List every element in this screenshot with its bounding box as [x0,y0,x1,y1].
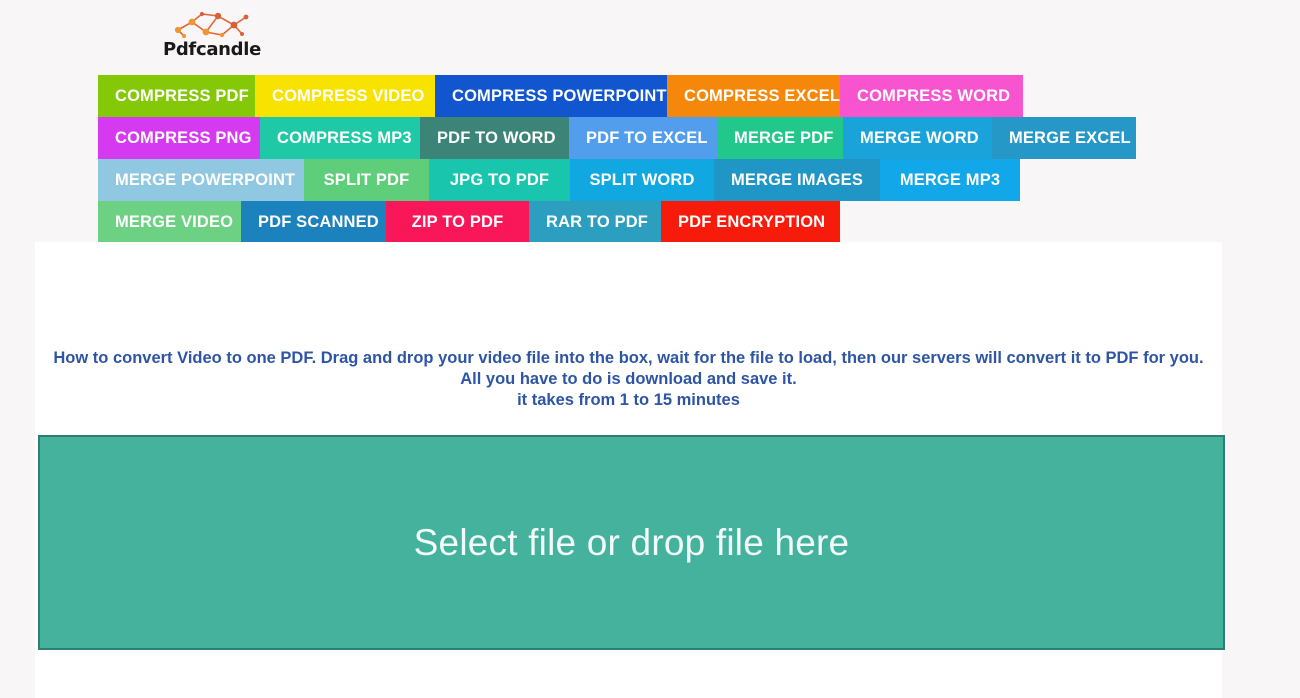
nav-button-split-word[interactable]: SPLIT WORD [570,159,714,201]
nav-button-merge-pdf[interactable]: MERGE PDF [717,117,843,159]
nav-row-2: COMPRESS PNG COMPRESS MP3 PDF TO WORD PDF T… [98,117,1198,159]
category-nav: COMPRESS PDF COMPRESS VIDEO COMPRESS POWER… [98,75,1198,243]
nav-button-pdf-scanned[interactable]: PDF SCANNED [241,201,386,243]
nav-button-pdf-to-excel[interactable]: PDF TO EXCEL [569,117,717,159]
content-panel: How to convert Video to one PDF. Drag an… [35,242,1225,698]
nav-button-jpg-to-pdf[interactable]: JPG TO PDF [429,159,570,201]
nav-button-zip-to-pdf[interactable]: ZIP TO PDF [386,201,529,243]
site-logo[interactable]: Pdfcandle [160,8,264,60]
nav-button-pdf-encryption[interactable]: PDF ENCRYPTION [661,201,840,243]
nav-button-merge-word[interactable]: MERGE WORD [843,117,992,159]
nav-row-4: MERGE VIDEO PDF SCANNED ZIP TO PDF RAR TO P… [98,201,1198,243]
nav-button-merge-excel[interactable]: MERGE EXCEL [992,117,1136,159]
constellation-network-icon [174,11,249,39]
nav-button-compress-pdf[interactable]: COMPRESS PDF [98,75,255,117]
dropzone-label: Select file or drop file here [413,521,850,563]
nav-button-compress-video[interactable]: COMPRESS VIDEO [255,75,435,117]
nav-button-merge-powerpoint[interactable]: MERGE POWERPOINT [98,159,304,201]
intro-line-2: it takes from 1 to 15 minutes [517,391,740,409]
nav-button-pdf-to-word[interactable]: PDF TO WORD [420,117,569,159]
file-dropzone[interactable]: Select file or drop file here [38,435,1225,650]
nav-button-compress-png[interactable]: COMPRESS PNG [98,117,260,159]
brand-name: Pdfcandle [162,39,262,60]
nav-button-split-pdf[interactable]: SPLIT PDF [304,159,429,201]
nav-button-merge-video[interactable]: MERGE VIDEO [98,201,241,243]
nav-button-rar-to-pdf[interactable]: RAR TO PDF [529,201,661,243]
nav-row-1: COMPRESS PDF COMPRESS VIDEO COMPRESS POWER… [98,75,1198,117]
nav-button-compress-powerpoint[interactable]: COMPRESS POWERPOINT [435,75,667,117]
nav-button-compress-mp3[interactable]: COMPRESS MP3 [260,117,420,159]
nav-button-compress-word[interactable]: COMPRESS WORD [840,75,1023,117]
intro-text: How to convert Video to one PDF. Drag an… [35,348,1222,411]
intro-line-1: How to convert Video to one PDF. Drag an… [53,349,1204,388]
nav-button-merge-mp3[interactable]: MERGE MP3 [880,159,1020,201]
nav-button-compress-excel[interactable]: COMPRESS EXCEL [667,75,840,117]
nav-button-merge-images[interactable]: MERGE IMAGES [714,159,880,201]
nav-row-3: MERGE POWERPOINT SPLIT PDF JPG TO PDF SPLIT… [98,159,1198,201]
